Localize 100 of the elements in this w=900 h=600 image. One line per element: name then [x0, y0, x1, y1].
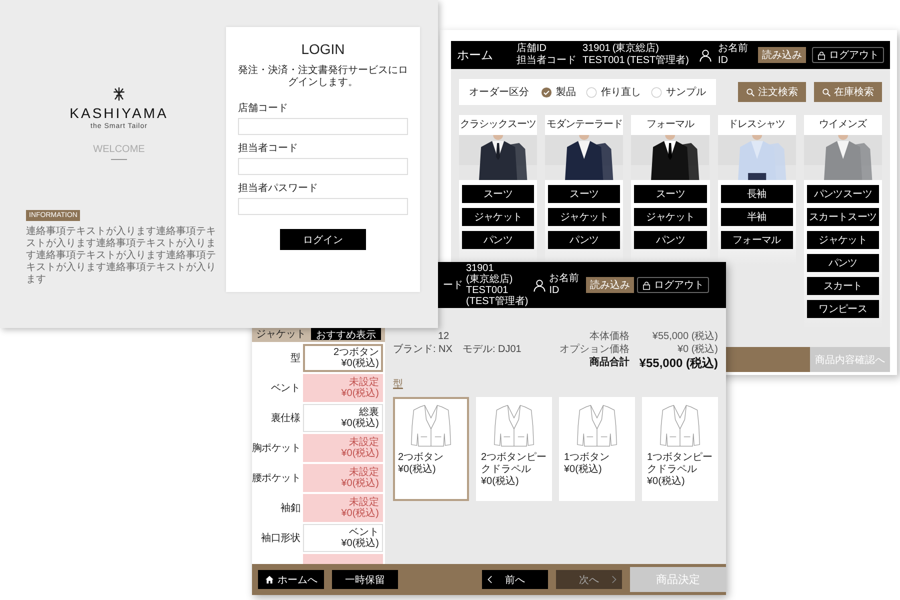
brand-model: ブランド: NX モデル: DJ01: [393, 343, 522, 356]
search-button[interactable]: 注文検索: [738, 82, 806, 102]
logout-button[interactable]: ログアウト: [812, 47, 884, 63]
chevron-left-icon: [486, 575, 495, 584]
price-label: 商品合計: [588, 356, 630, 370]
option-price: ¥0(税込): [341, 388, 379, 399]
lock-icon: [642, 280, 652, 290]
search-button[interactable]: 在庫検索: [814, 82, 882, 102]
user-icon: [699, 48, 712, 62]
page-title: ホーム: [457, 46, 493, 64]
login-subtitle: 発注・決済・注文書発行サービスにログインします。: [238, 65, 408, 89]
category-button[interactable]: パンツ: [462, 231, 534, 249]
staff-name: (TEST管理者): [466, 296, 528, 307]
option-label: 袖口形状: [261, 533, 300, 544]
input-field[interactable]: [238, 198, 408, 215]
option-price: ¥0(税込): [341, 448, 379, 459]
user-id: ID: [549, 285, 560, 297]
option-price: ¥0(税込): [341, 508, 379, 519]
panel-title: ジャケット: [256, 328, 306, 341]
staff-code: TEST001: [582, 55, 625, 67]
category-button[interactable]: スカートスーツ: [806, 208, 879, 226]
category-title: フォーマル: [631, 115, 710, 135]
category-button[interactable]: ジャケット: [634, 208, 707, 226]
category-button[interactable]: スカート: [806, 277, 879, 295]
option-price: ¥0(税込): [564, 464, 603, 476]
input-field[interactable]: [238, 118, 408, 135]
option-value: 未設定: [349, 497, 379, 508]
category-button[interactable]: スーツ: [634, 185, 707, 203]
option-price: ¥0(税込): [647, 476, 686, 488]
load-button[interactable]: 読み込み: [586, 277, 634, 293]
recommend-button[interactable]: おすすめ表示: [311, 328, 381, 340]
brand-name: KASHIYAMA: [70, 105, 168, 121]
category-button[interactable]: ジャケット: [806, 231, 879, 249]
category-title: モダンテーラード: [545, 115, 624, 135]
option-field[interactable]: 総裏 ¥0(税込): [303, 404, 383, 432]
option-card[interactable]: 1つボタンピークドラペル ¥0(税込): [642, 397, 718, 501]
welcome-text: WELCOME: [93, 144, 145, 155]
option-price: ¥0(税込): [341, 538, 379, 549]
field-label: 担当者パスワード: [238, 182, 319, 195]
option-value: 未設定: [349, 437, 379, 448]
footer-button[interactable]: ホームへ: [258, 570, 324, 589]
price-value: ¥55,000 (税込): [651, 330, 718, 343]
radio-label[interactable]: 製品: [556, 85, 576, 99]
option-card[interactable]: 2つボタンピークドラペル ¥0(税込): [476, 397, 552, 501]
category-button[interactable]: パンツ: [806, 254, 879, 272]
option-price: ¥0(税込): [341, 358, 379, 369]
radio-button[interactable]: [586, 86, 597, 98]
logout-button[interactable]: ログアウト: [637, 277, 710, 293]
price-label: 本体価格: [588, 330, 630, 343]
option-label: ベント: [270, 383, 300, 394]
category-button[interactable]: スーツ: [462, 185, 534, 203]
field-label: ード: [443, 279, 463, 292]
category-button[interactable]: ジャケット: [548, 208, 620, 226]
category-button[interactable]: 長袖: [720, 185, 793, 203]
category-button[interactable]: 半袖: [720, 208, 793, 226]
login-button[interactable]: ログイン: [280, 229, 366, 250]
radio-button[interactable]: [541, 86, 552, 98]
field-label: 担当者コード: [516, 55, 577, 67]
radio-label[interactable]: サンプル: [666, 85, 706, 99]
footer-button[interactable]: 前へ: [482, 570, 548, 589]
category-button[interactable]: スーツ: [548, 185, 620, 203]
staff-code: TEST001: [466, 285, 510, 296]
option-field[interactable]: 2つボタン ¥0(税込): [303, 344, 383, 372]
category-title: ドレスシャツ: [718, 115, 796, 135]
field-label: 店舗ID: [516, 43, 548, 54]
field-label: 店舗コード: [238, 102, 289, 115]
store-id: 31901: [582, 43, 610, 55]
category-button[interactable]: ジャケット: [462, 208, 534, 226]
option-price: ¥0(税込): [341, 478, 379, 489]
store-name: (東京総店): [612, 43, 660, 55]
category-button[interactable]: パンツスーツ: [806, 185, 879, 203]
jacket-drawing: [409, 402, 453, 448]
category-title: クラシックスーツ: [459, 115, 538, 135]
option-card[interactable]: 1つボタン ¥0(税込): [559, 397, 635, 501]
input-field[interactable]: [238, 158, 408, 175]
field-label: オーダー区分: [469, 86, 529, 99]
jacket-drawing: [575, 402, 619, 448]
radio-label[interactable]: 作り直し: [601, 85, 641, 99]
category-button[interactable]: パンツ: [548, 231, 620, 249]
option-field[interactable]: ベント ¥0(税込): [303, 524, 383, 552]
category-title: ウイメンズ: [804, 115, 882, 135]
footer-button[interactable]: 一時保留: [332, 570, 398, 589]
category-button[interactable]: パンツ: [634, 231, 707, 249]
load-button[interactable]: 読み込み: [758, 47, 806, 63]
option-value: 総裏: [359, 407, 379, 418]
name-label: お名前: [718, 43, 748, 55]
category-button[interactable]: フォーマル: [720, 231, 793, 249]
radio-button[interactable]: [651, 86, 662, 98]
search-icon: [822, 88, 831, 96]
jacket-drawing: [492, 402, 536, 448]
category-button[interactable]: ワンピース: [806, 300, 879, 318]
logo-icon: [111, 86, 127, 102]
staff-name: (TEST管理者): [626, 55, 689, 67]
option-value: 未設定: [349, 467, 379, 478]
option-value: 2つボタン: [333, 347, 379, 358]
option-label: 袖釦: [280, 503, 300, 514]
option-name: 2つボタンピークドラペル: [481, 452, 547, 476]
total-price: ¥55,000 (税込): [639, 356, 718, 371]
login-title: LOGIN: [300, 41, 346, 57]
option-card[interactable]: 2つボタン ¥0(税込): [393, 397, 469, 501]
